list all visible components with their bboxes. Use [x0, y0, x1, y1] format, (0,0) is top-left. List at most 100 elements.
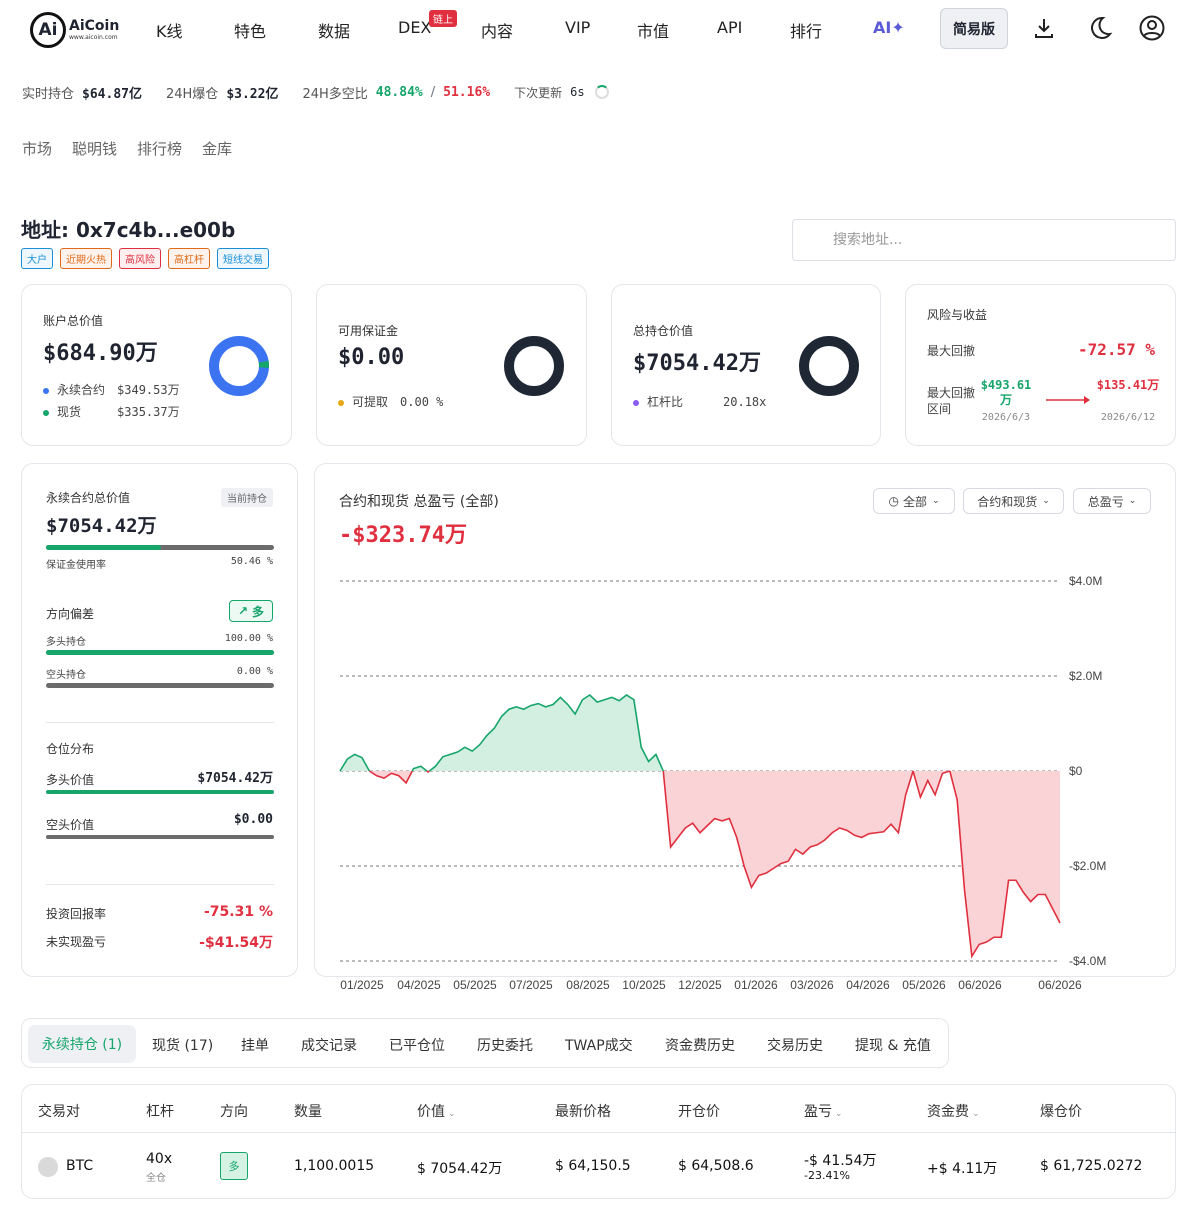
perp-label: 永续合约: [57, 383, 106, 397]
tab-order-history[interactable]: 历史委托: [477, 1035, 533, 1055]
tag-short-term: 短线交易: [217, 248, 269, 269]
tag-high-risk: 高风险: [119, 248, 161, 269]
spot-value: $335.37万: [117, 405, 180, 419]
ticker-liq-label: 24H爆仓: [165, 86, 219, 102]
row-qty: 1,100.0015: [294, 1158, 375, 1174]
row-side-badge: 多: [220, 1152, 248, 1180]
ticker-hold-label: 实时持仓: [22, 86, 75, 102]
nav-features[interactable]: 特色: [234, 18, 266, 42]
perp-value: $349.53万: [117, 383, 180, 397]
drawdown-to-date: 2026/6/12: [1100, 412, 1156, 423]
x-tick-label: 05/2026: [902, 978, 946, 992]
tab-trade-history[interactable]: 交易历史: [767, 1035, 823, 1055]
account-value: $684.90万: [43, 341, 158, 366]
nav-ai[interactable]: AI✦: [873, 18, 905, 37]
col-pnl-label: 盈亏: [804, 1104, 832, 1120]
col-funding[interactable]: 资金费 ⌄: [927, 1101, 980, 1121]
withdraw-label: 可提取: [352, 395, 389, 409]
subnav-vault[interactable]: 金库: [202, 138, 232, 159]
simple-mode-button[interactable]: 简易版: [940, 8, 1008, 49]
y-tick-label: $0: [1069, 764, 1083, 778]
x-tick-label: 06/2026: [958, 978, 1002, 992]
row-value: $ 7054.42万: [417, 1161, 503, 1177]
tag-trending: 近期火热: [60, 248, 112, 269]
tab-open-orders[interactable]: 挂单: [241, 1035, 269, 1055]
col-side: 方向: [220, 1104, 248, 1120]
current-position-badge: 当前持仓: [221, 488, 273, 507]
sort-icon: ⌄: [972, 1109, 980, 1119]
risk-label: 风险与收益: [927, 308, 988, 322]
scope-filter-label: 合约和现货: [977, 494, 1038, 509]
ticker-next-value: 6s: [570, 85, 585, 99]
position-label: 总持仓价值: [633, 324, 694, 338]
nav-dex[interactable]: DEX: [398, 18, 431, 37]
header-divider: [22, 1132, 1175, 1133]
position-card: 总持仓价值 $7054.42万 杠杆比 20.18x: [611, 284, 881, 446]
account-label: 账户总价值: [43, 314, 104, 328]
address-search-input[interactable]: 搜索地址...: [792, 219, 1176, 261]
pnl-area-chart: $4.0M $2.0M $0 -$2.0M -$4.0M 01/2025 04/2025 05…: [339, 574, 1106, 992]
logo-mark-icon: Ai: [30, 12, 66, 48]
subnav-leaderboard[interactable]: 排行榜: [137, 138, 182, 159]
download-icon[interactable]: [1030, 14, 1058, 42]
user-avatar-icon[interactable]: [1138, 14, 1166, 42]
address-title: 地址: 0x7c4b...e00b: [21, 218, 236, 242]
tab-twap[interactable]: TWAP成交: [565, 1035, 633, 1055]
drawdown-range-label: 最大回撤 区间: [927, 386, 976, 416]
market-ticker: 实时持仓 $64.87亿 24H爆仓 $3.22亿 24H多空比 48.84% …: [0, 72, 1197, 112]
tab-spot[interactable]: 现货 (17): [152, 1035, 213, 1055]
nav-kline[interactable]: K线: [156, 18, 183, 42]
ticker-liq-value: $3.22亿: [226, 86, 279, 102]
drawdown-from-value: $493.61万: [980, 378, 1032, 407]
col-value[interactable]: 价值 ⌄: [417, 1101, 456, 1121]
aicoin-logo[interactable]: Ai AiCoin www.aicoin.com: [30, 11, 130, 49]
row-pnl: -$ 41.54万: [804, 1153, 877, 1169]
x-tick-label: 08/2025: [566, 978, 610, 992]
dark-mode-icon[interactable]: [1086, 14, 1114, 42]
tab-deposit-withdraw[interactable]: 提现 & 充值: [855, 1035, 931, 1055]
nav-content[interactable]: 内容: [481, 18, 513, 42]
chevron-down-icon: ⌄: [1128, 496, 1137, 506]
nav-ranking[interactable]: 排行: [790, 18, 822, 42]
withdraw-dot-icon: [338, 399, 344, 406]
ticker-long-pct: 48.84%: [375, 84, 423, 100]
perp-total-label: 永续合约总价值: [46, 491, 131, 505]
col-last-price: 最新价格: [555, 1104, 611, 1120]
col-open-price: 开仓价: [678, 1104, 720, 1120]
col-leverage: 杠杆: [146, 1104, 174, 1120]
row-liq-price: $ 61,725.0272: [1040, 1158, 1143, 1174]
tab-funding-history[interactable]: 资金费历史: [665, 1035, 735, 1055]
x-tick-label: 12/2025: [678, 978, 722, 992]
nav-data[interactable]: 数据: [318, 18, 350, 42]
col-liq-price: 爆仓价: [1040, 1104, 1082, 1120]
nav-vip[interactable]: VIP: [565, 18, 590, 37]
metric-filter-button[interactable]: 总盈亏 ⌄: [1073, 488, 1151, 514]
tag-whale: 大户: [21, 248, 53, 269]
drawdown-label: 最大回撤: [927, 344, 976, 358]
scope-filter-button[interactable]: 合约和现货 ⌄: [963, 488, 1064, 514]
tab-closed-positions[interactable]: 已平仓位: [389, 1035, 445, 1055]
drawdown-value: -72.57 %: [1077, 340, 1155, 359]
range-filter-label: 全部: [902, 494, 927, 509]
btc-coin-icon: [38, 1157, 58, 1177]
tab-trades[interactable]: 成交记录: [301, 1035, 357, 1055]
col-pnl[interactable]: 盈亏 ⌄: [804, 1101, 843, 1121]
range-filter-button[interactable]: ◷ 全部 ⌄: [873, 488, 955, 514]
row-pair[interactable]: BTC: [66, 1158, 93, 1174]
top-navbar: Ai AiCoin www.aicoin.com K线 特色 数据 DEX 链上 …: [0, 0, 1197, 60]
tag-high-leverage: 高杠杆: [168, 248, 210, 269]
nav-marketcap[interactable]: 市值: [637, 18, 669, 42]
margin-usage-fill: [46, 545, 162, 550]
logo-text: AiCoin: [69, 18, 120, 34]
x-tick-label: 10/2025: [622, 978, 666, 992]
col-funding-label: 资金费: [927, 1104, 969, 1120]
sub-navigation: 市场 聪明钱 排行榜 金库: [22, 138, 232, 159]
tab-perp-positions[interactable]: 永续持仓 (1): [28, 1025, 136, 1063]
col-value-label: 价值: [417, 1104, 445, 1120]
nav-api[interactable]: API: [717, 18, 742, 37]
ticker-ls-label: 24H多空比: [302, 86, 368, 102]
x-tick-label: 05/2025: [453, 978, 497, 992]
subnav-market[interactable]: 市场: [22, 138, 52, 159]
subnav-smart-money[interactable]: 聪明钱: [72, 138, 117, 159]
ticker-separator: /: [430, 84, 436, 100]
